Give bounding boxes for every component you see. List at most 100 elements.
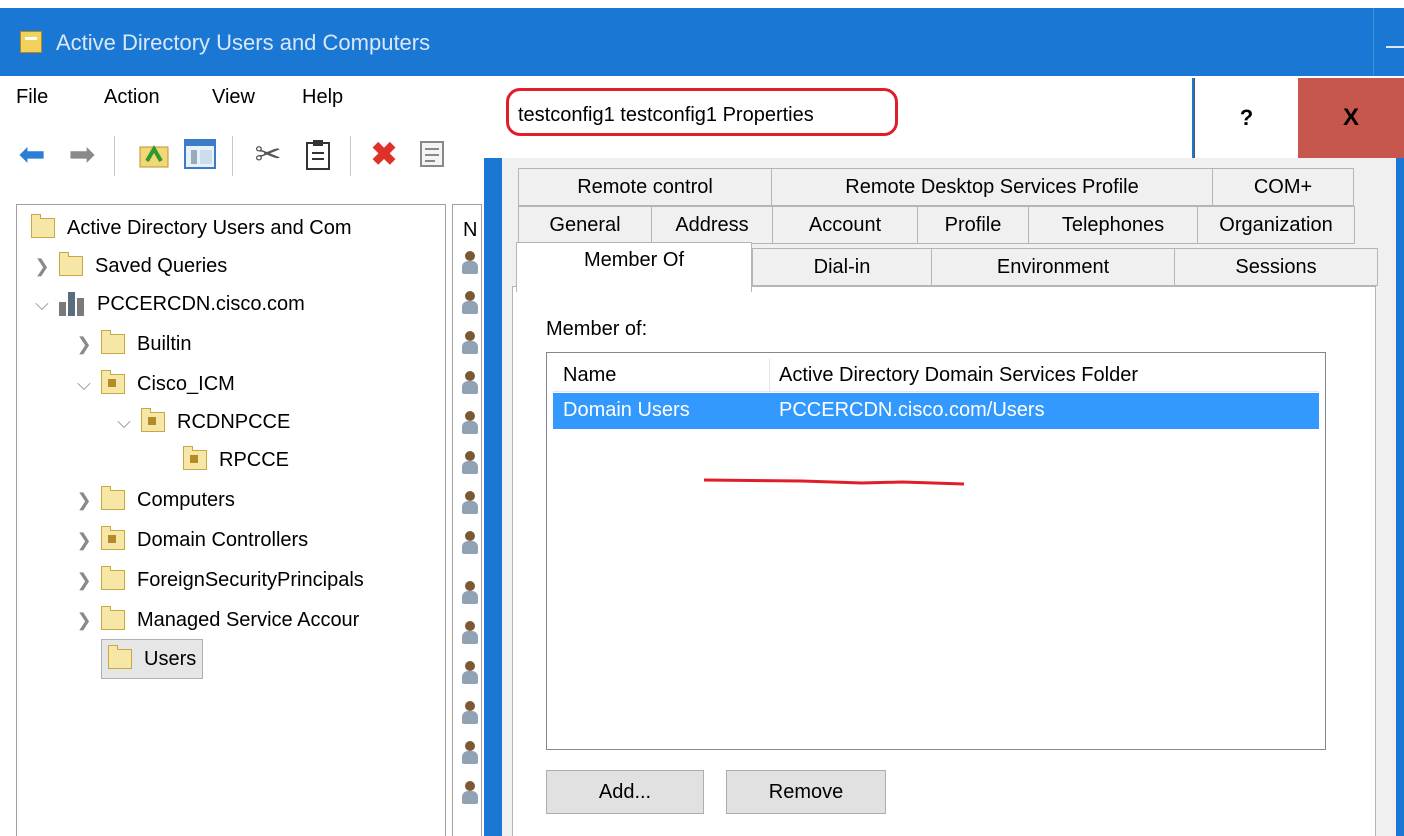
user-group-icon[interactable] xyxy=(461,291,479,315)
cell-name: Domain Users xyxy=(563,399,690,421)
user-icon[interactable] xyxy=(461,781,479,805)
column-header-folder[interactable]: Active Directory Domain Services Folder xyxy=(769,359,1319,391)
annotation-circle xyxy=(506,88,898,136)
user-group-icon[interactable] xyxy=(461,251,479,275)
column-header-name[interactable]: Name xyxy=(553,359,769,391)
help-button[interactable]: ? xyxy=(1194,78,1298,158)
tree-item-foreign-security-principals[interactable]: ❯ ForeignSecurityPrincipals xyxy=(73,561,364,599)
main-window-title: Active Directory Users and Computers xyxy=(56,30,431,55)
tree-item-domain[interactable]: ⌵ PCCERCDN.cisco.com xyxy=(31,285,305,323)
folder-icon xyxy=(101,486,125,510)
chevron-down-icon[interactable]: ⌵ xyxy=(73,374,95,395)
add-button[interactable]: Add... xyxy=(546,770,704,814)
tree-item-label: Builtin xyxy=(137,332,192,355)
list-column-header[interactable]: N xyxy=(463,219,477,242)
tree-item-root[interactable]: Active Directory Users and Com xyxy=(27,209,352,247)
tree-item-label: Computers xyxy=(137,488,235,511)
user-group-icon[interactable] xyxy=(461,701,479,725)
tab-organization[interactable]: Organization xyxy=(1197,206,1355,244)
user-group-icon[interactable] xyxy=(461,531,479,555)
tab-address[interactable]: Address xyxy=(651,206,773,244)
titlebar-separator xyxy=(1373,8,1374,76)
tree-item-label: Users xyxy=(144,647,197,670)
tree-item-rpcce[interactable]: RPCCE xyxy=(177,441,289,479)
tree-item-label: Active Directory Users and Com xyxy=(67,216,352,239)
user-group-icon[interactable] xyxy=(461,371,479,395)
chevron-down-icon[interactable]: ⌵ xyxy=(113,412,135,433)
folder-icon xyxy=(59,252,83,276)
tab-account[interactable]: Account xyxy=(772,206,918,244)
tab-environment[interactable]: Environment xyxy=(931,248,1175,286)
chevron-right-icon[interactable]: ❯ xyxy=(73,490,95,511)
main-window-titlebar: Active Directory Users and Computers xyxy=(0,8,1404,76)
menu-help[interactable]: Help xyxy=(302,86,343,109)
tab-sessions[interactable]: Sessions xyxy=(1174,248,1378,286)
remove-button[interactable]: Remove xyxy=(726,770,886,814)
user-group-icon[interactable] xyxy=(461,741,479,765)
tab-dial-in[interactable]: Dial-in xyxy=(752,248,932,286)
domain-icon xyxy=(59,292,85,316)
table-row[interactable]: Domain Users PCCERCDN.cisco.com/Users xyxy=(553,393,1319,429)
app-icon xyxy=(20,31,42,53)
toolbar-separator xyxy=(350,136,351,176)
tree-item-label: Saved Queries xyxy=(95,254,228,277)
user-icon[interactable] xyxy=(461,661,479,685)
chevron-right-icon[interactable]: ❯ xyxy=(31,256,53,277)
tree-item-label: PCCERCDN.cisco.com xyxy=(97,292,305,315)
tab-remote-control[interactable]: Remote control xyxy=(518,168,772,206)
tab-member-of[interactable]: Member Of xyxy=(516,242,752,292)
member-of-label: Member of: xyxy=(546,318,648,340)
ou-folder-icon xyxy=(101,370,125,394)
up-folder-icon[interactable] xyxy=(134,136,174,172)
tree-item-saved-queries[interactable]: ❯ Saved Queries xyxy=(31,247,227,285)
tree-item-managed-service-accounts[interactable]: ❯ Managed Service Accour xyxy=(73,601,359,639)
minimize-button[interactable] xyxy=(1380,30,1404,60)
chevron-down-icon[interactable]: ⌵ xyxy=(31,294,53,315)
back-arrow-icon[interactable]: ⬅ xyxy=(14,136,50,172)
tree-item-users[interactable]: Users xyxy=(101,639,204,679)
chevron-right-icon[interactable]: ❯ xyxy=(73,530,95,551)
paste-icon[interactable] xyxy=(298,136,338,172)
folder-icon xyxy=(101,566,125,590)
member-of-list[interactable]: Name Active Directory Domain Services Fo… xyxy=(546,352,1326,750)
folder-icon xyxy=(101,606,125,630)
menu-action[interactable]: Action xyxy=(104,86,160,109)
ou-folder-icon xyxy=(141,408,165,432)
tree-item-cisco-icm[interactable]: ⌵ Cisco_ICM xyxy=(73,365,235,403)
tree-item-label: Domain Controllers xyxy=(137,528,309,551)
chevron-right-icon[interactable]: ❯ xyxy=(73,610,95,631)
tab-profile[interactable]: Profile xyxy=(917,206,1029,244)
tree-item-label: Cisco_ICM xyxy=(137,372,235,395)
chevron-right-icon[interactable]: ❯ xyxy=(73,334,95,355)
toolbar-separator xyxy=(232,136,233,176)
tree-item-rcdnpcce[interactable]: ⌵ RCDNPCCE xyxy=(113,403,290,441)
delete-icon[interactable]: ✖ xyxy=(364,136,404,172)
tree-item-domain-controllers[interactable]: ❯ Domain Controllers xyxy=(73,521,308,559)
tab-general[interactable]: General xyxy=(518,206,652,244)
forward-arrow-icon[interactable]: ➡ xyxy=(64,136,100,172)
tree-item-builtin[interactable]: ❯ Builtin xyxy=(73,325,191,363)
show-console-tree-icon[interactable] xyxy=(180,136,220,172)
cut-icon[interactable]: ✂ xyxy=(250,136,286,172)
properties-dialog: testconfig1 testconfig1 Properties ? X R… xyxy=(484,78,1404,836)
properties-icon[interactable] xyxy=(412,136,452,172)
console-tree[interactable]: Active Directory Users and Com ❯ Saved Q… xyxy=(16,204,446,836)
user-group-icon[interactable] xyxy=(461,491,479,515)
tree-item-label: RCDNPCCE xyxy=(177,410,291,433)
user-group-icon[interactable] xyxy=(461,331,479,355)
toolbar: ⬅ ➡ ✂ ✖ xyxy=(0,124,490,194)
tab-remote-desktop-services-profile[interactable]: Remote Desktop Services Profile xyxy=(771,168,1213,206)
close-button[interactable]: X xyxy=(1298,78,1404,158)
tree-item-computers[interactable]: ❯ Computers xyxy=(73,481,235,519)
menu-view[interactable]: View xyxy=(212,86,255,109)
details-list-pane[interactable]: N xyxy=(452,204,482,836)
tab-com-plus[interactable]: COM+ xyxy=(1212,168,1354,206)
user-group-icon[interactable] xyxy=(461,411,479,435)
tab-telephones[interactable]: Telephones xyxy=(1028,206,1198,244)
user-icon[interactable] xyxy=(461,621,479,645)
menubar: File Action View Help xyxy=(0,76,490,124)
user-icon[interactable] xyxy=(461,581,479,605)
chevron-right-icon[interactable]: ❯ xyxy=(73,570,95,591)
user-group-icon[interactable] xyxy=(461,451,479,475)
menu-file[interactable]: File xyxy=(16,86,48,109)
